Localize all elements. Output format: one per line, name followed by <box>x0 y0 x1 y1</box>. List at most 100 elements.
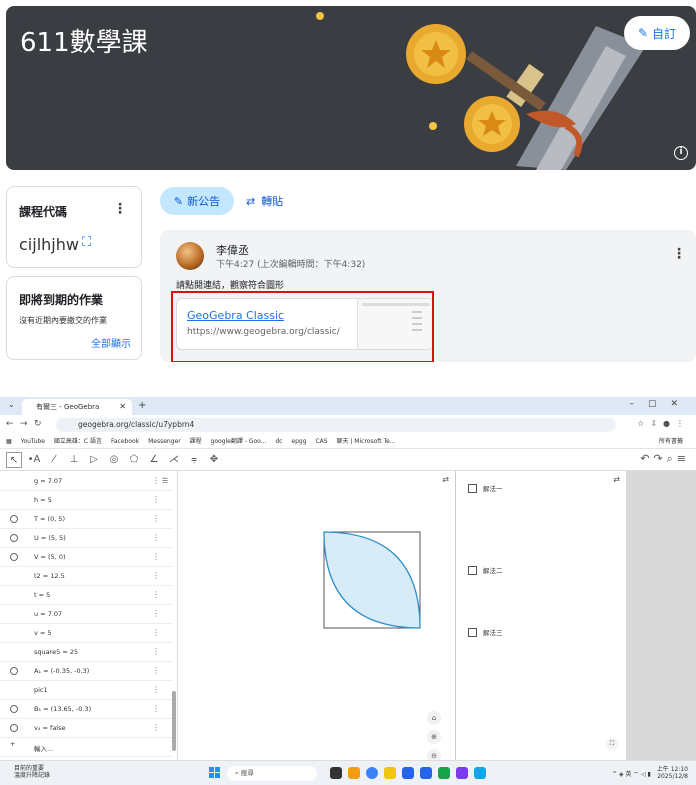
bookmark-item[interactable]: Facebook <box>111 435 139 448</box>
algebra-row[interactable]: A₁ = (-0.35, -0.3) ⋮ <box>0 661 172 681</box>
bookmark-item[interactable]: 課程 <box>190 435 202 448</box>
more-options-icon[interactable]: ⋮ <box>152 590 160 599</box>
checkbox-method-1[interactable]: 解法一 <box>468 483 503 493</box>
more-options-icon[interactable]: ⋮ <box>152 723 160 732</box>
repost-button[interactable]: ⇄ 轉貼 <box>246 187 283 215</box>
more-options-icon[interactable]: ⋮ <box>152 495 160 504</box>
teams-icon[interactable] <box>456 767 468 779</box>
more-options-icon[interactable]: ⋮ <box>152 628 160 637</box>
bookmark-item[interactable]: epgg <box>291 435 306 448</box>
algebra-row[interactable]: h = 5 ⋮ <box>0 490 172 510</box>
algebra-row[interactable]: U = (5, 5) ⋮ <box>0 528 172 548</box>
more-options-icon[interactable]: ⋮ <box>152 476 160 485</box>
weather-widget[interactable]: 目前的重要 溫度升降記錄 <box>14 765 50 779</box>
algebra-row[interactable]: t = 5 ⋮ <box>0 585 172 605</box>
home-icon[interactable]: ⌂ <box>427 711 441 725</box>
algebra-row[interactable]: t2 = 12.5 ⋮ <box>0 566 172 586</box>
bookmark-item[interactable]: 聊天 | Microsoft Te... <box>336 435 395 448</box>
zoom-in-icon[interactable]: ⊕ <box>427 730 441 744</box>
browser-actions[interactable]: ☆⇩●⋮ <box>637 419 690 428</box>
style-bar-toggle-icon[interactable]: ⇄ <box>613 475 620 484</box>
more-options-icon[interactable]: ⋮ <box>152 514 160 523</box>
all-bookmarks[interactable]: 所有書籤 <box>658 435 683 448</box>
window-controls[interactable]: –▢✕ <box>629 399 692 409</box>
taskbar-search[interactable]: ⌕ 搜尋 <box>227 766 317 781</box>
more-options-icon[interactable]: ⋮ <box>672 246 686 262</box>
add-icon[interactable]: + <box>10 740 18 748</box>
widget-icon[interactable] <box>348 767 360 779</box>
chevron-down-icon[interactable]: ⌄ <box>8 400 15 409</box>
conic-tool-icon[interactable]: ⬠ <box>126 452 142 468</box>
link-title[interactable]: GeoGebra Classic <box>187 309 284 322</box>
polygon-tool-icon[interactable]: ▷ <box>86 452 102 468</box>
point-tool-icon[interactable]: •A <box>26 452 42 468</box>
more-options-icon[interactable]: ⋮ <box>152 666 160 675</box>
more-options-icon[interactable]: ⋮ <box>152 647 160 656</box>
line-tool-icon[interactable]: ⁄ <box>46 452 62 468</box>
bookmark-item[interactable]: 國立高雄：C 語言 <box>54 435 102 448</box>
bookmark-item[interactable]: Messenger <box>148 435 181 448</box>
algebra-row[interactable]: pic1 ⋮ <box>0 680 172 700</box>
task-view-icon[interactable] <box>330 767 342 779</box>
algebra-row[interactable]: v = 5 ⋮ <box>0 623 172 643</box>
visibility-toggle-icon[interactable] <box>10 553 18 561</box>
undo-redo-search-menu[interactable]: ↶↷⌕≡ <box>640 452 690 466</box>
forward-icon[interactable]: → <box>20 419 28 429</box>
more-options-icon[interactable]: ⋮ <box>113 201 127 217</box>
perpendicular-tool-icon[interactable]: ⊥ <box>66 452 82 468</box>
visibility-toggle-icon[interactable] <box>10 724 18 732</box>
more-options-icon[interactable]: ⋮ <box>152 533 160 542</box>
algebra-row[interactable]: T = (0, 5) ⋮ <box>0 509 172 529</box>
back-icon[interactable]: ← <box>6 419 14 429</box>
more-options-icon[interactable]: ⋮ <box>152 685 160 694</box>
algebra-row[interactable]: V = (5, 0) ⋮ <box>0 547 172 567</box>
graphics-view[interactable]: ⇄ ⌂ ⊕ ⊖ <box>178 471 456 763</box>
algebra-row[interactable]: B₁ = (13.65, -0.3) ⋮ <box>0 699 172 719</box>
store-icon[interactable] <box>420 767 432 779</box>
chrome-icon[interactable] <box>366 767 378 779</box>
tab-geogebra[interactable]: 有爾三 - GeoGebra ✕ <box>22 399 132 415</box>
move-tool-icon[interactable]: ↖ <box>6 452 22 468</box>
visibility-toggle-icon[interactable] <box>10 667 18 675</box>
new-tab-button[interactable]: + <box>138 400 146 411</box>
edge-icon[interactable] <box>402 767 414 779</box>
algebra-row[interactable]: + 輸入... <box>0 737 172 757</box>
fullscreen-icon[interactable]: ⛶ <box>82 235 91 250</box>
visibility-toggle-icon[interactable] <box>10 705 18 713</box>
algebra-row[interactable]: square5 = 25 ⋮ <box>0 642 172 662</box>
checkbox-method-2[interactable]: 解法二 <box>468 565 503 575</box>
angle-tool-icon[interactable]: ∠ <box>146 452 162 468</box>
view-all-link[interactable]: 全部顯示 <box>91 335 131 350</box>
new-announcement-button[interactable]: ✎ 新公告 <box>160 187 234 215</box>
more-options-icon[interactable]: ⋮ <box>152 571 160 580</box>
bookmark-item[interactable]: dc <box>275 435 282 448</box>
line-app-icon[interactable] <box>438 767 450 779</box>
reload-icon[interactable]: ↻ <box>34 419 42 429</box>
link-attachment[interactable]: GeoGebra Classic https://www.geogebra.or… <box>176 298 434 350</box>
apps-icon[interactable]: ▦ <box>6 435 12 448</box>
info-icon[interactable]: i <box>674 146 688 160</box>
tray-icons[interactable]: ^ ◈ 英 ⌔ ◁ ▮ <box>612 769 651 778</box>
more-options-icon[interactable]: ⋮ <box>152 704 160 713</box>
bookmark-item[interactable]: google翻譯 - Goo... <box>211 435 267 448</box>
algebra-row[interactable]: g = 7.07 ⋮ <box>0 471 172 491</box>
customize-button[interactable]: ✎ 自訂 <box>624 16 690 50</box>
close-icon[interactable]: ✕ <box>119 402 126 411</box>
circle-tool-icon[interactable]: ◎ <box>106 452 122 468</box>
clock[interactable]: 上午 12:10 2025/12/8 <box>657 766 688 780</box>
checkbox-method-3[interactable]: 解法三 <box>468 627 503 637</box>
visibility-toggle-icon[interactable] <box>10 515 18 523</box>
fullscreen-icon[interactable]: ⛶ <box>606 738 618 750</box>
algebra-row[interactable]: v₄ = false ⋮ <box>0 718 172 738</box>
app-icon[interactable] <box>474 767 486 779</box>
bookmark-item[interactable]: YouTube <box>21 435 45 448</box>
slider-tool-icon[interactable]: ⩦ <box>186 452 202 468</box>
start-icon[interactable] <box>209 767 221 779</box>
more-options-icon[interactable]: ⋮ <box>152 552 160 561</box>
scrollbar[interactable] <box>172 691 176 751</box>
visibility-toggle-icon[interactable] <box>10 534 18 542</box>
move-view-tool-icon[interactable]: ✥ <box>206 452 222 468</box>
algebra-row[interactable]: u = 7.07 ⋮ <box>0 604 172 624</box>
reflect-tool-icon[interactable]: ⋌ <box>166 452 182 468</box>
address-bar[interactable]: geogebra.org/classic/u7ypbrn4 <box>56 418 616 432</box>
